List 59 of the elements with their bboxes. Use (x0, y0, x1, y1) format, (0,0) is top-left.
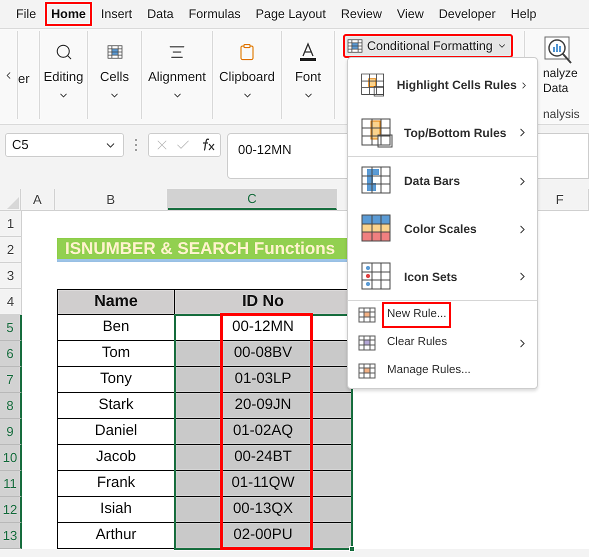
table-icon (358, 307, 376, 323)
menu-tab[interactable]: Insert (94, 2, 138, 26)
column-header[interactable]: B (106, 190, 115, 210)
drag-handle-icon[interactable] (134, 138, 138, 152)
table-cell: Jacob (57, 445, 175, 471)
conditional-formatting-button[interactable]: Conditional Formatting (343, 34, 513, 58)
align-center-icon (168, 43, 186, 61)
ribbon-group-label: nalysis (543, 106, 580, 123)
ribbon-button-label[interactable]: nalyze (543, 66, 578, 81)
table-cell: 01-11QW (175, 471, 352, 497)
column-header[interactable]: C (247, 188, 257, 208)
table-icon (358, 363, 376, 379)
menu-tab[interactable]: File (10, 2, 42, 26)
table-cell: Isiah (57, 497, 175, 523)
menu-item[interactable]: Top/Bottom Rules (348, 109, 537, 157)
menu-tab[interactable]: Developer (432, 2, 502, 26)
table-cell: Tony (57, 367, 175, 393)
name-box[interactable]: C5 (5, 133, 124, 157)
top-bottom-rules-icon (360, 116, 394, 148)
menu-tab[interactable]: Data (141, 2, 180, 26)
ribbon-button-label[interactable]: Data (543, 81, 568, 96)
cells-icon (106, 45, 122, 59)
ribbon-group-label[interactable]: Editing (44, 67, 84, 86)
eraser-table-icon (358, 335, 376, 351)
table-cell: Stark (57, 393, 175, 419)
menu-tab[interactable]: Review (334, 2, 388, 26)
menu-item[interactable]: Data Bars (348, 157, 537, 205)
ribbon-group-label[interactable]: er (18, 71, 30, 86)
table-cell: Tom (57, 341, 175, 367)
column-header[interactable]: F (556, 190, 564, 210)
menu-item[interactable]: Icon Sets (348, 253, 537, 301)
conditional-formatting-icon (347, 39, 363, 53)
search-icon (54, 43, 72, 61)
analyze-data-icon[interactable] (543, 35, 573, 65)
fill-handle[interactable] (349, 546, 355, 552)
table-cell: Daniel (57, 419, 175, 445)
table-cell: 20-09JN (175, 393, 352, 419)
table-cell: Frank (57, 471, 175, 497)
menu-tab[interactable]: View (390, 2, 430, 26)
menu-tab[interactable]: Home (45, 2, 92, 26)
column-header[interactable]: A (33, 190, 42, 210)
menu-item[interactable]: Highlight Cells Rules (348, 61, 537, 109)
menu-tab[interactable]: Formulas (182, 2, 247, 26)
font-color-icon (299, 42, 317, 62)
table-cell: Ben (57, 315, 175, 341)
table-cell: 01-02AQ (175, 419, 352, 445)
menu-tab[interactable]: Page Layout (250, 2, 332, 26)
table-cell: 00-13QX (175, 497, 352, 523)
ribbon-group-label[interactable]: Clipboard (219, 67, 275, 86)
table-cell: Arthur (57, 523, 175, 549)
table-cell: 00-24BT (175, 445, 352, 471)
clipboard-icon (238, 43, 256, 61)
menu-tab[interactable]: Help (504, 2, 542, 26)
ribbon-group-label[interactable]: Cells (100, 67, 129, 86)
table-header-cell: Name (57, 289, 175, 315)
ribbon-group-label[interactable]: Font (294, 67, 321, 86)
table-cell: 02-00PU (175, 523, 352, 549)
ribbon-group-label[interactable]: Alignment (148, 67, 206, 86)
table-cell: 01-03LP (175, 367, 352, 393)
